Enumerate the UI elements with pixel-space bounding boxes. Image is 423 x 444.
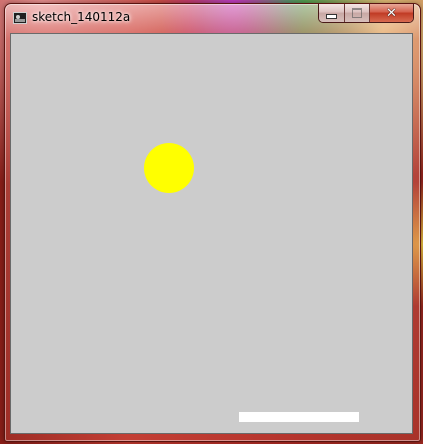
processing-app-icon[interactable] (13, 12, 27, 24)
minimize-icon (326, 13, 337, 19)
minimize-button[interactable] (319, 4, 345, 22)
sketch-client-area[interactable] (10, 33, 413, 434)
maximize-button[interactable] (345, 4, 370, 22)
maximize-icon (352, 8, 362, 18)
paddle (239, 412, 359, 422)
window-title: sketch_140112a (32, 10, 131, 24)
sketch-window: sketch_140112a ✕ (4, 3, 421, 442)
sketch-canvas[interactable] (11, 34, 412, 433)
title-bar[interactable]: sketch_140112a ✕ (5, 4, 420, 32)
canvas-background (11, 34, 412, 433)
close-button[interactable]: ✕ (370, 4, 413, 22)
close-icon: ✕ (386, 5, 397, 21)
caption-buttons: ✕ (318, 4, 414, 23)
yellow-ball (144, 143, 194, 193)
